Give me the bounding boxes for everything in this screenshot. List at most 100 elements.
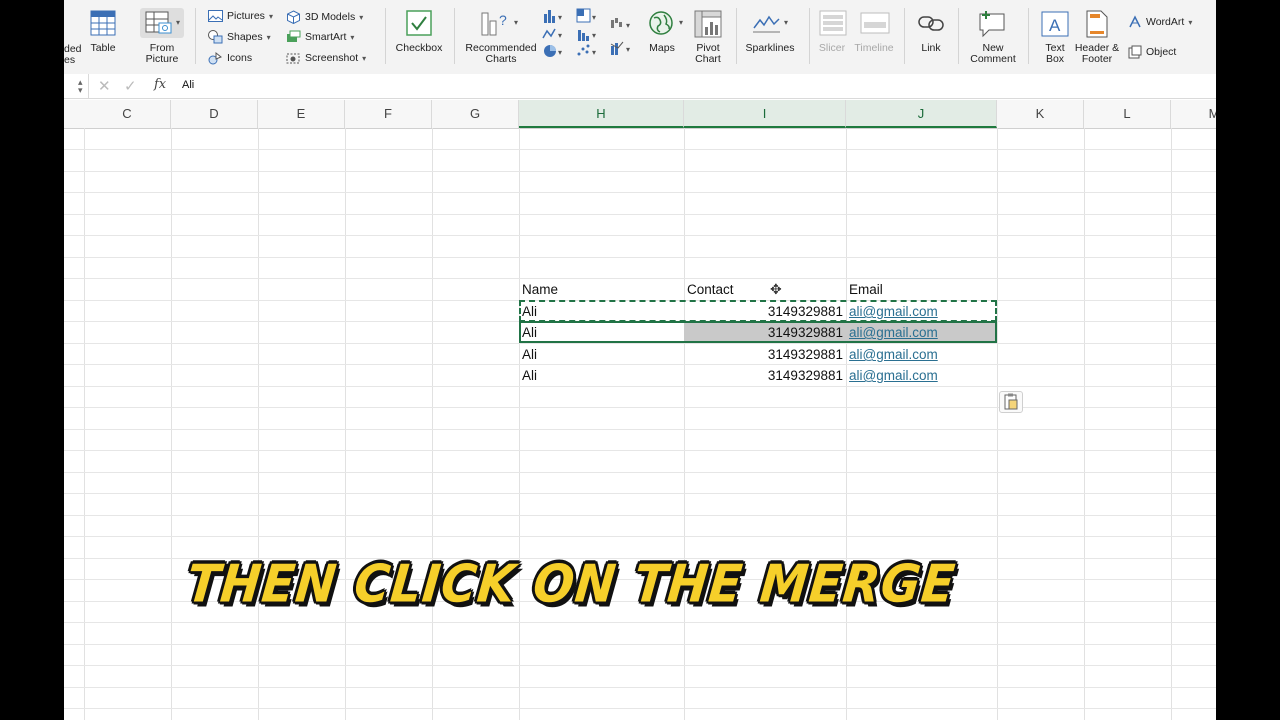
column-header-c[interactable]: C xyxy=(84,100,171,128)
column-header-i[interactable]: I xyxy=(684,100,846,128)
slicer-icon xyxy=(819,10,847,36)
svg-text:▾: ▾ xyxy=(558,31,562,40)
sparklines-button[interactable]: Sparklines xyxy=(740,43,800,54)
column-header-f[interactable]: F xyxy=(345,100,432,128)
table-icon xyxy=(90,10,116,36)
worksheet-grid[interactable]: Name Contact Email Ali 3149329881 ali@gm… xyxy=(64,128,1216,720)
column-header-k[interactable]: K xyxy=(997,100,1084,128)
confirm-icon[interactable]: ✓ xyxy=(124,77,137,95)
new-comment-button[interactable]: New Comment xyxy=(966,43,1020,65)
timeline-icon xyxy=(860,12,890,34)
recommended-charts-button[interactable]: Recommended Charts xyxy=(464,43,538,65)
recommended-charts-icon: ? xyxy=(480,9,514,37)
icons-icon xyxy=(208,51,222,65)
ribbon-divider xyxy=(736,8,737,64)
text-box-button[interactable]: Text Box xyxy=(1036,43,1074,65)
header-contact[interactable]: Contact xyxy=(687,279,837,300)
waterfall-chart-icon[interactable]: ▾ xyxy=(610,16,636,32)
svg-text:▾: ▾ xyxy=(592,48,596,57)
column-header-l[interactable]: L xyxy=(1084,100,1171,128)
ribbon-divider xyxy=(1028,8,1029,64)
screenshot-icon xyxy=(286,53,300,64)
column-header-d[interactable]: D xyxy=(171,100,258,128)
svg-text:?: ? xyxy=(499,12,507,28)
3d-models-button[interactable]: 3D Models ▾ xyxy=(286,10,363,24)
chevron-down-icon: ▾ xyxy=(679,18,684,27)
pictures-button[interactable]: Pictures ▾ xyxy=(208,10,273,22)
from-picture-button-bg[interactable]: ▾ xyxy=(140,8,184,38)
link-button[interactable]: Link xyxy=(914,43,948,54)
partial-ribbon-button[interactable]: ded es xyxy=(64,44,82,66)
column-header-bar: C D E F G H I J K L M xyxy=(64,100,1216,129)
copy-marquee xyxy=(519,300,997,322)
header-name[interactable]: Name xyxy=(522,279,682,300)
screenshot-button[interactable]: Screenshot ▾ xyxy=(286,51,366,65)
pivot-chart-icon xyxy=(694,10,722,38)
name-box-stepper[interactable]: ▴ ▾ xyxy=(78,78,83,95)
paste-options-button[interactable] xyxy=(999,391,1023,413)
ribbon-divider xyxy=(454,8,455,64)
insert-ribbon: ded es Table ▾ From Picture Pictures ▾ Shap… xyxy=(64,0,1216,75)
checkbox-button[interactable]: Checkbox xyxy=(394,43,444,54)
cell-name[interactable]: Ali xyxy=(522,365,682,386)
cancel-icon[interactable]: ✕ xyxy=(98,77,111,95)
svg-text:▾: ▾ xyxy=(558,48,562,57)
smartart-button[interactable]: SmartArt ▾ xyxy=(286,30,354,44)
column-chart-icon[interactable]: ▾ xyxy=(542,8,566,24)
pictures-icon xyxy=(208,10,223,22)
pie-chart-icon[interactable]: ▾ xyxy=(542,43,566,59)
column-header-m[interactable]: M xyxy=(1171,100,1216,128)
excel-window: ded es Table ▾ From Picture Pictures ▾ Shap… xyxy=(64,0,1216,720)
cell-email-link[interactable]: ali@gmail.com xyxy=(849,365,989,386)
column-header-e[interactable]: E xyxy=(258,100,345,128)
smartart-icon xyxy=(287,30,301,42)
ribbon-divider xyxy=(809,8,810,64)
from-picture-label: From Picture xyxy=(145,42,179,65)
wordart-button[interactable]: WordArt ▾ xyxy=(1128,15,1192,29)
new-comment-icon xyxy=(978,10,1008,38)
cell-contact[interactable]: 3149329881 xyxy=(684,365,843,386)
sparklines-icon xyxy=(752,12,782,34)
slicer-button[interactable]: Slicer xyxy=(812,43,852,54)
fx-icon[interactable]: fx xyxy=(154,77,166,92)
wordart-icon xyxy=(1129,15,1141,28)
ribbon-divider xyxy=(958,8,959,64)
svg-text:A: A xyxy=(1049,16,1061,35)
column-header-g[interactable]: G xyxy=(432,100,519,128)
svg-text:▾: ▾ xyxy=(592,31,596,40)
maps-button[interactable]: Maps xyxy=(646,43,678,54)
cell-name[interactable]: Ali xyxy=(522,344,682,365)
pivot-chart-button[interactable]: Pivot Chart xyxy=(688,43,728,65)
object-button[interactable]: Object xyxy=(1128,45,1176,59)
shapes-button[interactable]: Shapes ▾ xyxy=(208,30,271,44)
from-picture-icon xyxy=(145,11,175,35)
ribbon-divider xyxy=(904,8,905,64)
cell-email-link[interactable]: ali@gmail.com xyxy=(849,344,989,365)
scatter-chart-icon[interactable]: ▾ xyxy=(576,43,600,59)
formula-input[interactable]: Ali xyxy=(182,79,194,91)
cell-contact[interactable]: 3149329881 xyxy=(684,344,843,365)
ribbon-divider xyxy=(385,8,386,64)
selected-range xyxy=(519,321,997,343)
timeline-button[interactable]: Timeline xyxy=(852,43,896,54)
line-chart-icon[interactable]: ▾ xyxy=(542,26,566,42)
name-box-divider xyxy=(88,74,89,98)
svg-text:▾: ▾ xyxy=(626,21,630,30)
header-footer-icon xyxy=(1086,10,1108,38)
chevron-down-icon: ▾ xyxy=(176,18,181,27)
svg-text:▾: ▾ xyxy=(592,13,596,22)
combo-chart-icon[interactable]: ▾ xyxy=(610,40,636,56)
header-email[interactable]: Email xyxy=(849,279,989,300)
formula-bar: ▴ ▾ ✕ ✓ fx Ali xyxy=(64,74,1216,99)
shapes-icon xyxy=(208,30,223,44)
table-button[interactable]: Table xyxy=(84,43,122,54)
checkbox-icon xyxy=(406,10,432,36)
crosshair-cursor-icon: ✥ xyxy=(770,281,782,297)
hierarchy-chart-icon[interactable]: ▾ xyxy=(576,8,600,24)
column-header-j[interactable]: J xyxy=(846,100,997,128)
statistic-chart-icon[interactable]: ▾ xyxy=(576,26,600,42)
cube-icon xyxy=(287,10,300,24)
header-footer-button[interactable]: Header & Footer xyxy=(1072,43,1122,65)
icons-button[interactable]: Icons xyxy=(208,51,252,65)
column-header-h[interactable]: H xyxy=(519,100,684,128)
